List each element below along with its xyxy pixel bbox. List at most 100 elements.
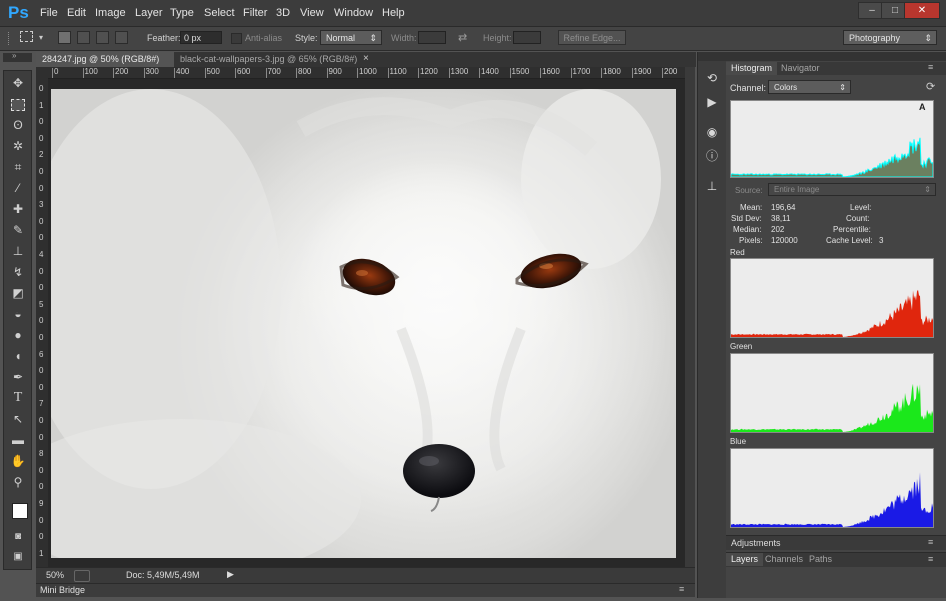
menu-select[interactable]: Select [204,7,235,19]
channel-select[interactable]: Colors ⇕ [768,80,851,94]
status-options-icon[interactable] [74,570,90,582]
history-brush-icon[interactable]: ↯ [10,264,26,280]
eraser-icon[interactable]: ◩ [10,285,26,301]
refresh-icon[interactable]: ⟳ [926,80,935,93]
panel-menu-icon[interactable]: ≡ [928,554,933,564]
warning-icon[interactable]: A [919,102,926,112]
mean-value: 196,64 [771,203,796,212]
menu-3d[interactable]: 3D [276,7,290,19]
rectangle-tool-icon[interactable]: ▬ [10,432,26,448]
subtract-selection-icon[interactable] [96,31,109,44]
ruler-tick [631,68,633,78]
width-input[interactable] [418,31,446,44]
healing-brush-icon[interactable]: ✚ [10,201,26,217]
ruler-tick [235,68,236,78]
close-window-button[interactable]: ✕ [904,2,940,19]
menu-image[interactable]: Image [95,7,126,19]
channel-value: Colors [774,83,798,92]
add-selection-icon[interactable] [77,31,90,44]
tab-navigator[interactable]: Navigator [776,62,825,75]
adjustments-tab[interactable]: Adjustments [731,538,781,548]
panel-tab-bar: Histogram Navigator ≡ [726,62,946,75]
menu-window[interactable]: Window [334,7,373,19]
ruler-label: 7 [39,399,44,409]
source-select[interactable]: Entire Image ⇕ [768,183,936,196]
magic-wand-icon[interactable]: ✲ [10,138,26,154]
blur-tool-icon[interactable]: ● [10,327,26,343]
clone-stamp-icon[interactable]: ⊥ [10,243,26,259]
antialias-checkbox[interactable] [231,33,242,44]
menu-file[interactable]: File [40,7,58,19]
swap-icon[interactable]: ⇄ [458,31,467,44]
zoom-level[interactable]: 50% [46,570,64,580]
tab-document-2[interactable]: black-cat-wallpapers-3.jpg @ 65% (RGB/8#… [174,52,404,67]
menu-type[interactable]: Type [170,7,194,19]
screen-mode-icon[interactable]: ▣ [10,549,26,565]
tab-document-1[interactable]: 284247.jpg @ 50% (RGB/8#) [36,52,174,67]
layer-comps-icon[interactable]: ◉ [704,124,720,140]
info-panel-icon[interactable]: ⓘ [704,148,720,164]
ruler-label: 0 [39,432,44,442]
menu-help[interactable]: Help [382,7,405,19]
menu-view[interactable]: View [300,7,324,19]
ruler-label: 0 [39,333,44,342]
ruler-origin[interactable] [36,67,48,78]
actions-panel-icon[interactable]: ▶ [704,94,720,110]
ruler-tick [387,68,389,78]
eyedropper-icon[interactable]: ⁄ [10,180,26,196]
panel-menu-icon[interactable]: ≡ [928,62,933,72]
ruler-tick [540,68,541,78]
intersect-selection-icon[interactable] [115,31,128,44]
menu-layer[interactable]: Layer [135,7,163,19]
move-tool-icon[interactable]: ✥ [10,75,26,91]
mini-bridge-bar: Mini Bridge ≡ [36,583,695,597]
menu-filter[interactable]: Filter [243,7,267,19]
menu-edit[interactable]: Edit [67,7,86,19]
mini-bridge-tab[interactable]: Mini Bridge [40,585,85,595]
close-tab-icon[interactable]: × [363,53,369,64]
collapse-icon[interactable]: » [12,51,16,60]
path-selection-icon[interactable]: ↖ [10,411,26,427]
ruler-label: 0 [39,366,44,376]
zoom-tool-icon[interactable]: ⚲ [10,474,26,490]
feather-input[interactable]: 0 px [180,31,222,44]
tab-channels[interactable]: Channels [760,553,808,566]
foreground-color-swatch[interactable] [12,503,28,519]
ruler-label: 0 [39,233,44,243]
history-panel-icon[interactable]: ⟲ [704,70,720,86]
panel-menu-icon[interactable]: ≡ [679,584,684,594]
doc-size: Doc: 5,49M/5,49M [126,570,200,580]
clone-source-icon[interactable]: ⊥ [704,178,720,194]
dodge-tool-icon[interactable]: ◖ [10,348,26,364]
lasso-tool-icon[interactable]: ʘ [10,117,26,133]
vertical-scrollbar[interactable] [685,67,695,567]
style-select[interactable]: Normal ⇕ [320,30,382,45]
panel-dock-bar[interactable] [726,52,946,61]
tab-histogram[interactable]: Histogram [726,62,778,75]
quick-mask-icon[interactable]: ◙ [10,529,26,545]
paint-bucket-icon[interactable]: ◒ [10,306,26,322]
chevron-down-icon[interactable]: ▾ [39,33,43,42]
panel-menu-icon[interactable]: ≡ [928,537,933,547]
tab-paths[interactable]: Paths [804,553,837,566]
play-icon[interactable]: ▶ [227,569,234,580]
refine-edge-button[interactable]: Refine Edge... [558,30,626,45]
height-input[interactable] [513,31,541,44]
brush-tool-icon[interactable]: ✎ [10,222,26,238]
ruler-label: 0 [39,532,44,542]
canvas-area[interactable] [48,79,685,567]
tab-layers[interactable]: Layers [726,553,764,566]
crop-tool-icon[interactable]: ⌗ [10,159,26,175]
app-logo: Ps [8,3,29,22]
ruler-tick [204,68,206,78]
hand-tool-icon[interactable]: ✋ [10,453,26,469]
std-label: Std Dev: [731,214,762,223]
median-value: 202 [771,225,785,234]
marquee-tool-icon[interactable] [11,99,25,111]
type-tool-icon[interactable]: T [10,390,26,406]
collapse-bar[interactable] [698,52,726,61]
new-selection-icon[interactable] [58,31,71,44]
rect-marquee-icon[interactable] [20,31,33,42]
pen-tool-icon[interactable]: ✒ [10,369,26,385]
workspace-select[interactable]: Photography ⇕ [843,30,937,45]
